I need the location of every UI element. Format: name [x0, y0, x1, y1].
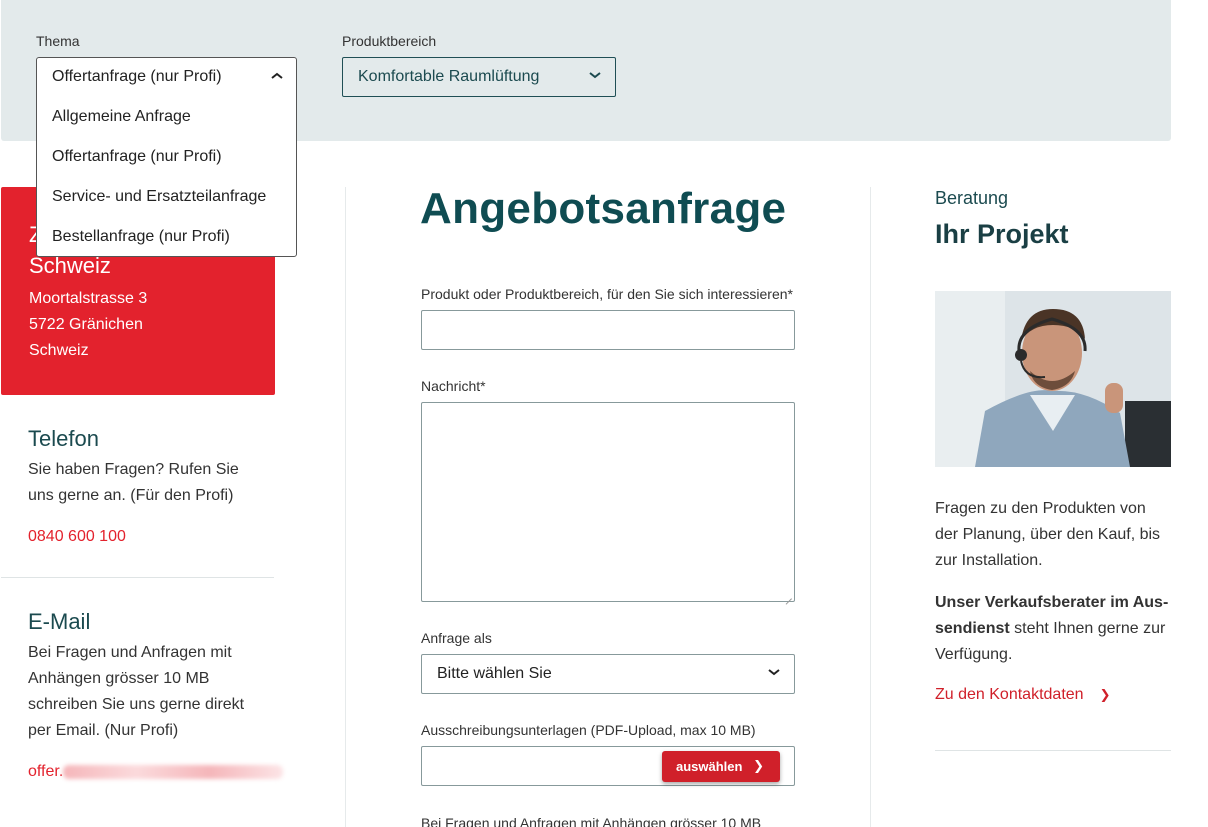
phone-text: Sie haben Fragen? Rufen Sie uns gerne an…: [28, 461, 239, 504]
attachment-note: Bei Fragen und Anfragen mit Anhängen grö…: [421, 815, 762, 827]
request-as-value: Bitte wählen Sie: [437, 665, 552, 682]
email-redacted: [63, 764, 284, 779]
product-input[interactable]: [421, 310, 795, 350]
email-prefix: offer.: [28, 763, 64, 780]
phone-number-link[interactable]: 0840 600 100: [28, 528, 126, 546]
message-label: Nachricht*: [421, 378, 486, 394]
email-heading: E-Mail: [28, 609, 91, 634]
theme-option[interactable]: Offertanfrage (nur Profi): [37, 138, 296, 178]
resize-handle[interactable]: [784, 591, 792, 599]
theme-select[interactable]: Offertanfrage (nur Profi): [37, 58, 296, 98]
product-area-label: Produktbereich: [342, 33, 437, 49]
email-text: Bei Fragen und Anfragen mit Anhängen grö…: [28, 644, 245, 739]
contact-data-link[interactable]: Zu den Kontaktdaten ❯: [935, 686, 1110, 704]
chevron-right-icon: ❯: [1099, 687, 1111, 702]
upload-button-label: auswählen: [676, 759, 743, 774]
consult-title: Ihr Projekt: [935, 219, 1069, 249]
contact-link-label: Zu den Kontaktdaten: [935, 686, 1084, 703]
address-line: 5722 Gränichen: [29, 316, 143, 333]
column-divider: [870, 187, 871, 827]
message-textarea[interactable]: [421, 402, 795, 602]
request-as-label: Anfrage als: [421, 630, 492, 646]
request-as-select[interactable]: Bitte wählen Sie: [421, 654, 795, 694]
theme-option[interactable]: Bestellanfrage (nur Profi): [37, 218, 296, 258]
consultant-photo: [935, 291, 1171, 467]
consult-text: Fragen zu den Produkten von der Planung,…: [935, 500, 1161, 569]
theme-value: Offertanfrage (nur Profi): [52, 68, 222, 85]
divider: [1, 577, 274, 578]
product-area-select[interactable]: Komfortable Raumlüftung: [342, 57, 616, 97]
chevron-down-icon: [768, 664, 780, 680]
address-line: Schweiz: [29, 342, 89, 359]
chevron-down-icon: [589, 67, 601, 83]
email-link[interactable]: offer.: [28, 763, 284, 781]
theme-option[interactable]: Service- und Ersatzteilanfrage: [37, 178, 296, 218]
upload-select-button[interactable]: auswählen ❯: [662, 751, 780, 782]
upload-label: Ausschreibungsunterlagen (PDF-Upload, ma…: [421, 722, 756, 738]
product-field-label: Produkt oder Produktbereich, für den Sie…: [421, 286, 793, 302]
chevron-up-icon: [271, 68, 283, 84]
chevron-right-icon: ❯: [753, 758, 764, 773]
phone-heading: Telefon: [28, 426, 99, 451]
divider: [935, 750, 1171, 751]
product-area-value: Komfortable Raumlüftung: [358, 68, 540, 85]
theme-dropdown[interactable]: Offertanfrage (nur Profi) Allgemeine Anf…: [36, 57, 297, 257]
consult-text-2: Unser Verkaufsberater im Aus­sendienst s…: [935, 590, 1171, 668]
theme-option[interactable]: Allgemeine Anfrage: [37, 98, 296, 138]
column-divider: [345, 187, 346, 827]
page-title: Angebotsanfrage: [420, 184, 787, 233]
theme-label: Thema: [36, 33, 80, 49]
address-line: Moortalstrasse 3: [29, 290, 148, 307]
consult-eyebrow: Beratung: [935, 188, 1009, 208]
